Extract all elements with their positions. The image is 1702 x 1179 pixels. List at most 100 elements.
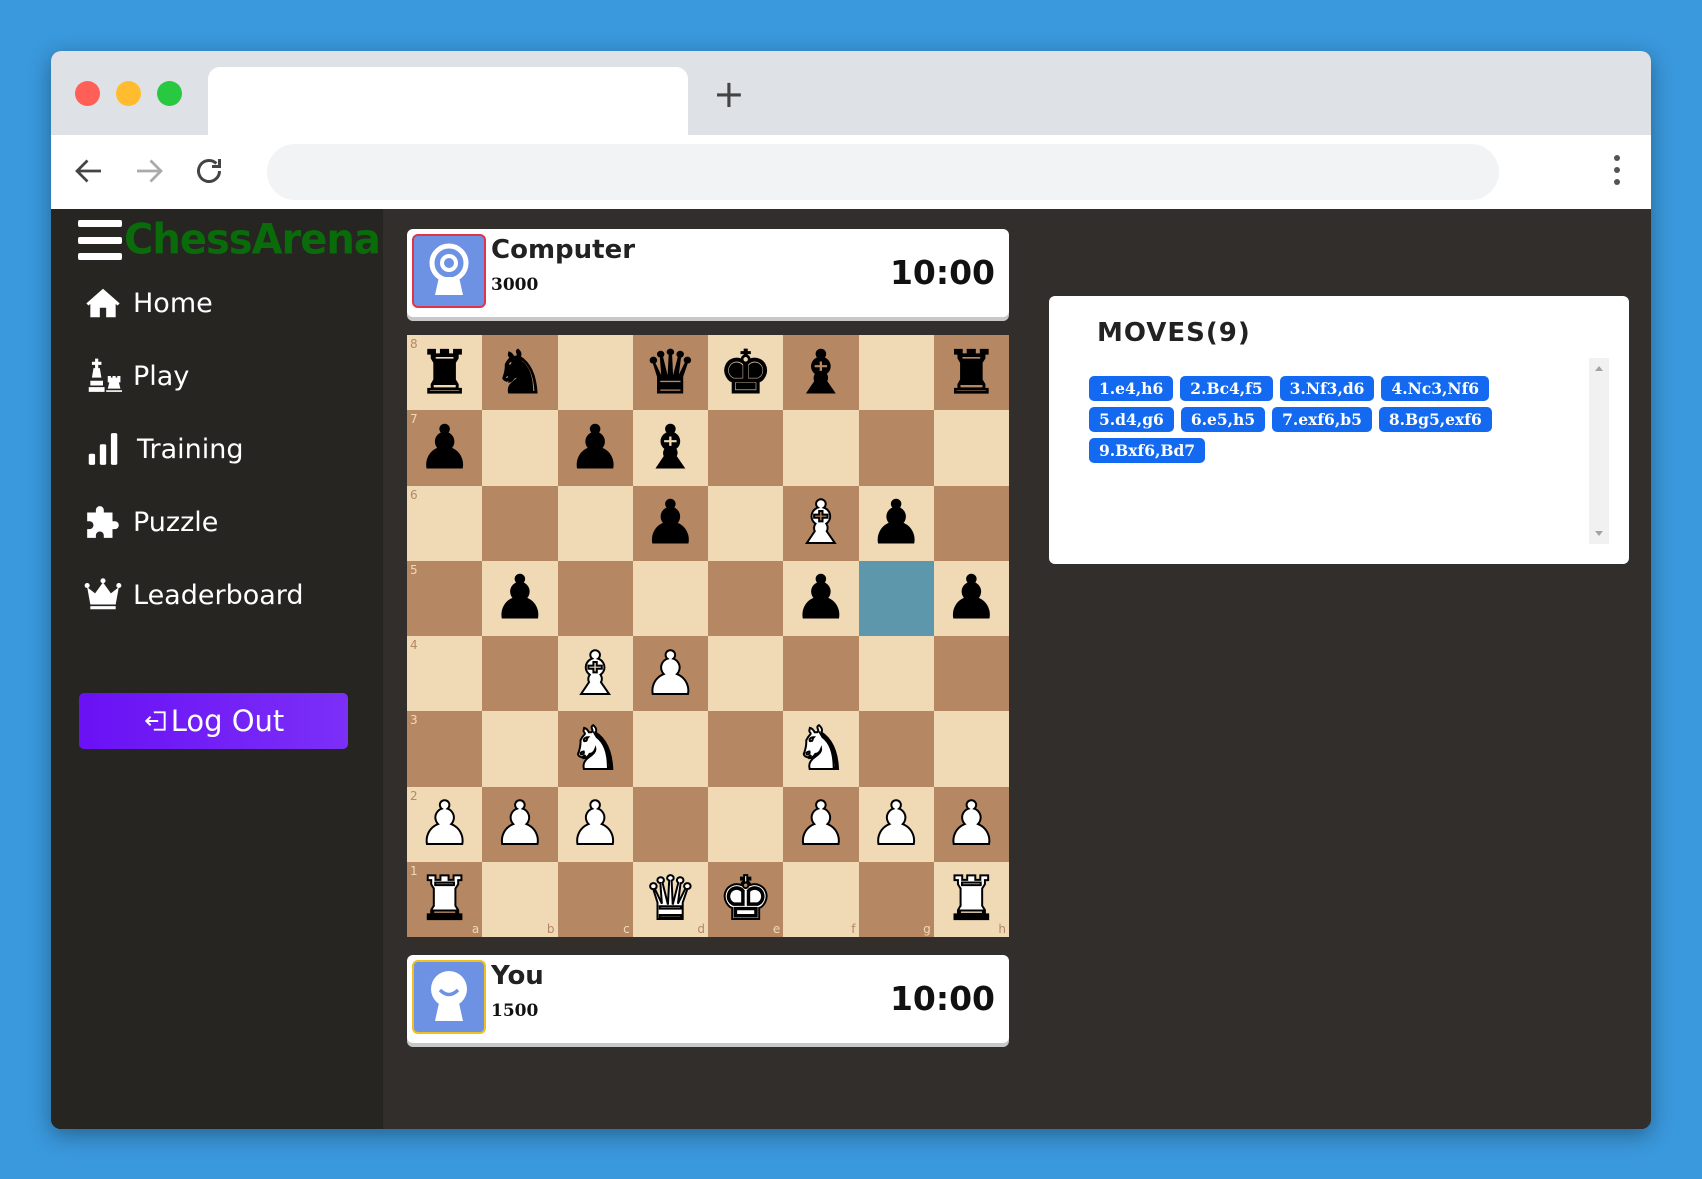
white-pawn-icon[interactable]: ♟ bbox=[868, 793, 924, 855]
square-e7[interactable] bbox=[708, 410, 784, 486]
square-c7[interactable]: ♟ bbox=[557, 410, 633, 486]
white-pawn-icon[interactable]: ♟ bbox=[492, 793, 548, 855]
white-bishop-icon[interactable]: ♝ bbox=[793, 492, 849, 554]
moves-scrollbar[interactable] bbox=[1589, 358, 1609, 544]
square-b1[interactable]: b bbox=[482, 861, 558, 937]
square-h5[interactable]: ♟ bbox=[933, 560, 1009, 636]
square-g4[interactable] bbox=[858, 636, 934, 712]
square-g1[interactable]: g bbox=[858, 861, 934, 937]
square-h4[interactable] bbox=[933, 636, 1009, 712]
white-rook-icon[interactable]: ♜ bbox=[943, 868, 999, 930]
square-b6[interactable] bbox=[482, 485, 558, 561]
square-c6[interactable] bbox=[557, 485, 633, 561]
brand-logo[interactable]: ChessArena bbox=[124, 216, 381, 264]
square-a8[interactable]: 8 ♜ bbox=[407, 335, 483, 411]
move-chip[interactable]: 2.Bc4,f5 bbox=[1180, 376, 1273, 401]
square-f6[interactable]: ♝ bbox=[783, 485, 859, 561]
square-b3[interactable] bbox=[482, 711, 558, 787]
logout-button[interactable]: Log Out bbox=[79, 693, 348, 749]
square-e6[interactable] bbox=[708, 485, 784, 561]
square-g7[interactable] bbox=[858, 410, 934, 486]
white-rook-icon[interactable]: ♜ bbox=[417, 868, 473, 930]
square-c4[interactable]: ♝ bbox=[557, 636, 633, 712]
square-f4[interactable] bbox=[783, 636, 859, 712]
move-chip[interactable]: 1.e4,h6 bbox=[1089, 376, 1174, 401]
square-d3[interactable] bbox=[632, 711, 708, 787]
sidebar-item-training[interactable]: Training bbox=[83, 429, 244, 469]
white-king-icon[interactable]: ♚ bbox=[718, 868, 774, 930]
white-queen-icon[interactable]: ♛ bbox=[642, 868, 698, 930]
close-window-button[interactable] bbox=[75, 81, 100, 106]
square-d8[interactable]: ♛ bbox=[632, 335, 708, 411]
square-c8[interactable] bbox=[557, 335, 633, 411]
white-bishop-icon[interactable]: ♝ bbox=[567, 643, 623, 705]
white-knight-icon[interactable]: ♞ bbox=[567, 718, 623, 780]
minimize-window-button[interactable] bbox=[116, 81, 141, 106]
square-d5[interactable] bbox=[632, 560, 708, 636]
square-c1[interactable]: c bbox=[557, 861, 633, 937]
black-pawn-icon[interactable]: ♟ bbox=[643, 493, 698, 554]
black-queen-icon[interactable]: ♛ bbox=[643, 342, 698, 403]
sidebar-item-play[interactable]: Play bbox=[83, 356, 189, 396]
square-f2[interactable]: ♟ bbox=[783, 786, 859, 862]
sidebar-item-puzzle[interactable]: Puzzle bbox=[83, 502, 218, 542]
black-bishop-icon[interactable]: ♝ bbox=[643, 417, 698, 478]
square-b2[interactable]: ♟ bbox=[482, 786, 558, 862]
square-a1[interactable]: 1 a ♜ bbox=[407, 861, 483, 937]
new-tab-button[interactable]: + bbox=[713, 75, 745, 113]
black-knight-icon[interactable]: ♞ bbox=[492, 342, 547, 403]
black-pawn-icon[interactable]: ♟ bbox=[793, 568, 848, 629]
white-pawn-icon[interactable]: ♟ bbox=[417, 793, 473, 855]
square-c2[interactable]: ♟ bbox=[557, 786, 633, 862]
white-pawn-icon[interactable]: ♟ bbox=[567, 793, 623, 855]
square-c5[interactable] bbox=[557, 560, 633, 636]
move-chip[interactable]: 5.d4,g6 bbox=[1089, 407, 1174, 432]
square-a6[interactable]: 6 bbox=[407, 485, 483, 561]
square-a5[interactable]: 5 bbox=[407, 560, 483, 636]
black-rook-icon[interactable]: ♜ bbox=[944, 342, 999, 403]
black-pawn-icon[interactable]: ♟ bbox=[869, 493, 924, 554]
back-button[interactable] bbox=[71, 153, 107, 189]
square-d6[interactable]: ♟ bbox=[632, 485, 708, 561]
square-e2[interactable] bbox=[708, 786, 784, 862]
square-g3[interactable] bbox=[858, 711, 934, 787]
square-f7[interactable] bbox=[783, 410, 859, 486]
white-knight-icon[interactable]: ♞ bbox=[793, 718, 849, 780]
square-h7[interactable] bbox=[933, 410, 1009, 486]
square-g8[interactable] bbox=[858, 335, 934, 411]
browser-tab-active[interactable] bbox=[208, 67, 688, 135]
square-a7[interactable]: 7 ♟ bbox=[407, 410, 483, 486]
move-chip[interactable]: 8.Bg5,exf6 bbox=[1378, 407, 1492, 432]
move-chip[interactable]: 3.Nf3,d6 bbox=[1279, 376, 1375, 401]
square-g6[interactable]: ♟ bbox=[858, 485, 934, 561]
square-e3[interactable] bbox=[708, 711, 784, 787]
white-pawn-icon[interactable]: ♟ bbox=[943, 793, 999, 855]
square-g5[interactable] bbox=[858, 560, 934, 636]
reload-button[interactable] bbox=[191, 153, 227, 189]
scroll-down-icon[interactable] bbox=[1595, 531, 1603, 536]
square-b4[interactable] bbox=[482, 636, 558, 712]
black-rook-icon[interactable]: ♜ bbox=[417, 342, 472, 403]
square-e1[interactable]: e ♚ bbox=[708, 861, 784, 937]
square-d7[interactable]: ♝ bbox=[632, 410, 708, 486]
black-pawn-icon[interactable]: ♟ bbox=[492, 568, 547, 629]
square-a4[interactable]: 4 bbox=[407, 636, 483, 712]
square-e5[interactable] bbox=[708, 560, 784, 636]
move-chip[interactable]: 4.Nc3,Nf6 bbox=[1381, 376, 1490, 401]
forward-button[interactable] bbox=[131, 153, 167, 189]
square-f5[interactable]: ♟ bbox=[783, 560, 859, 636]
scroll-up-icon[interactable] bbox=[1595, 366, 1603, 371]
square-a2[interactable]: 2 ♟ bbox=[407, 786, 483, 862]
square-d2[interactable] bbox=[632, 786, 708, 862]
move-chip[interactable]: 9.Bxf6,Bd7 bbox=[1089, 438, 1206, 463]
square-h6[interactable] bbox=[933, 485, 1009, 561]
black-pawn-icon[interactable]: ♟ bbox=[568, 417, 623, 478]
address-bar[interactable] bbox=[267, 144, 1499, 200]
square-f8[interactable]: ♝ bbox=[783, 335, 859, 411]
square-d4[interactable]: ♟ bbox=[632, 636, 708, 712]
move-chip[interactable]: 6.e5,h5 bbox=[1180, 407, 1266, 432]
square-e8[interactable]: ♚ bbox=[708, 335, 784, 411]
white-pawn-icon[interactable]: ♟ bbox=[642, 643, 698, 705]
square-f3[interactable]: ♞ bbox=[783, 711, 859, 787]
square-c3[interactable]: ♞ bbox=[557, 711, 633, 787]
